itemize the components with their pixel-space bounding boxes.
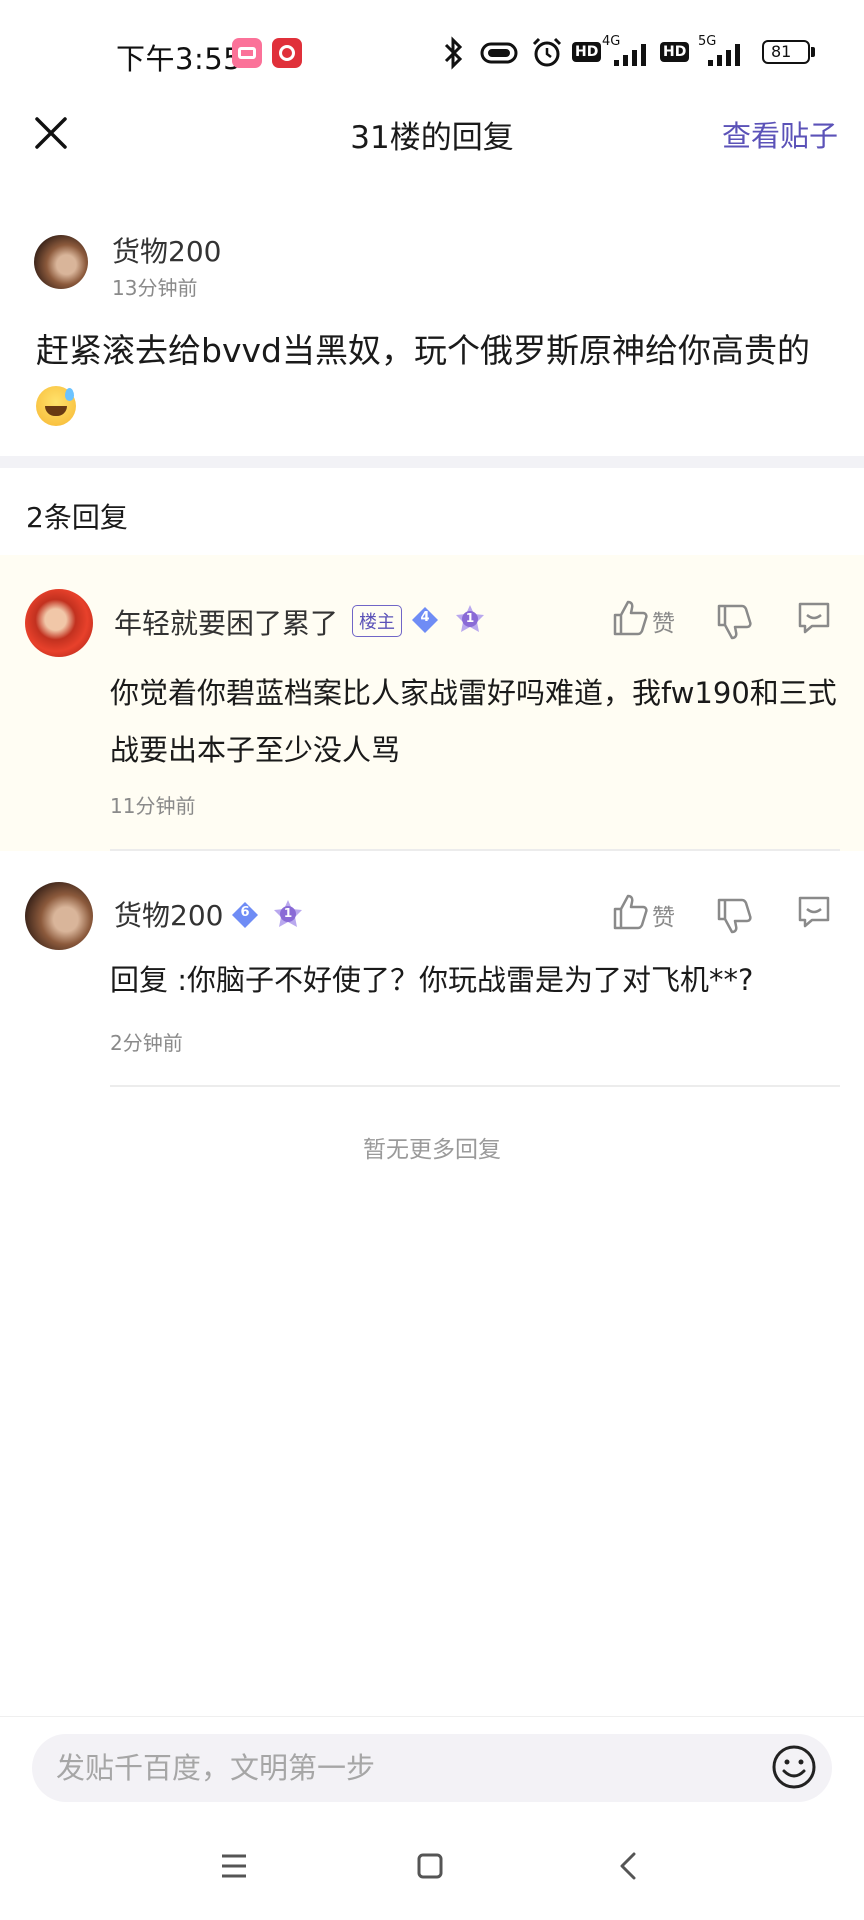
comment-icon[interactable] [794,598,834,638]
reply-time: 2分钟前 [110,1031,183,1055]
level-gem-icon: 4 [410,605,440,635]
thumbs-up-icon[interactable] [610,892,650,932]
post-author-name[interactable]: 货物200 [112,230,221,270]
hd-indicator: HD [572,42,602,62]
comment-icon[interactable] [794,892,834,932]
reply-body: 回复 :你脑子不好使了？你玩战雷是为了对飞机**? [110,963,754,997]
battery-tip [811,47,815,57]
view-post-link[interactable]: 查看贴子 [722,113,838,155]
sweat-smile-emoji-icon [36,386,76,426]
reply-body: 你觉着你碧蓝档案比人家战雷好吗难道，我fw190和三式战要出本子至少没人骂 [110,676,837,767]
reply-author-name[interactable]: 货物200 [114,894,223,934]
music-app-icon [272,38,302,68]
thumbs-down-icon[interactable] [714,602,754,642]
no-more-replies: 暂无更多回复 [363,1137,501,1163]
back-icon[interactable] [606,1844,650,1888]
signal-icon [614,44,646,66]
hd-indicator-2: HD [660,42,690,62]
post-author-avatar[interactable] [34,235,88,289]
thumbs-up-icon[interactable] [610,598,650,638]
status-time: 下午3:55 [116,42,243,76]
menu-icon[interactable] [212,1844,256,1888]
rank-star-icon: 1 [272,898,304,930]
level-number: 4 [420,610,430,625]
post-body-text: 赶紧滚去给bvvd当黑奴，玩个俄罗斯原神给你高贵的 [36,331,810,370]
reply-avatar[interactable] [25,882,93,950]
emoji-icon[interactable] [770,1743,818,1791]
rank-number: 1 [283,906,293,920]
rank-number: 1 [465,611,475,625]
status-bar: 下午3:55 HD 4G HD 5G 81 [0,0,864,110]
reply-item[interactable]: 货物200 6 1 赞 回复 :你脑子不好使了？你玩战雷是为了对飞机**? 2分… [0,852,864,1087]
reply-time: 11分钟前 [110,794,196,818]
like-label[interactable]: 赞 [652,898,675,932]
section-divider [0,456,864,468]
row-divider [110,849,840,851]
alarm-icon [532,37,562,67]
bluetooth-icon [444,36,463,70]
post-body: 赶紧滚去给bvvd当黑奴，玩个俄罗斯原神给你高贵的 [36,322,836,438]
rank-star-icon: 1 [454,603,486,635]
signal-icon-2 [708,44,740,66]
reply-count: 2条回复 [26,501,128,534]
like-label[interactable]: 赞 [652,604,675,638]
reply-avatar[interactable] [25,589,93,657]
comment-input[interactable] [32,1734,832,1802]
battery-icon: 81 [762,40,810,64]
op-badge: 楼主 [352,605,402,637]
row-divider [110,1085,840,1087]
level-gem-icon: 6 [230,900,260,930]
reply-item[interactable]: 年轻就要困了累了 楼主 4 1 赞 你觉着你碧蓝档案比人家战雷好吗难道，我fw1… [0,555,864,851]
bilibili-app-icon [232,38,262,68]
reply-author-name[interactable]: 年轻就要困了累了 [114,602,338,642]
thumbs-down-icon[interactable] [714,896,754,936]
level-number: 6 [240,905,250,920]
home-icon[interactable] [408,1844,452,1888]
battery-level: 81 [771,42,792,61]
vibrate-icon [480,42,518,64]
post-time: 13分钟前 [112,276,198,300]
